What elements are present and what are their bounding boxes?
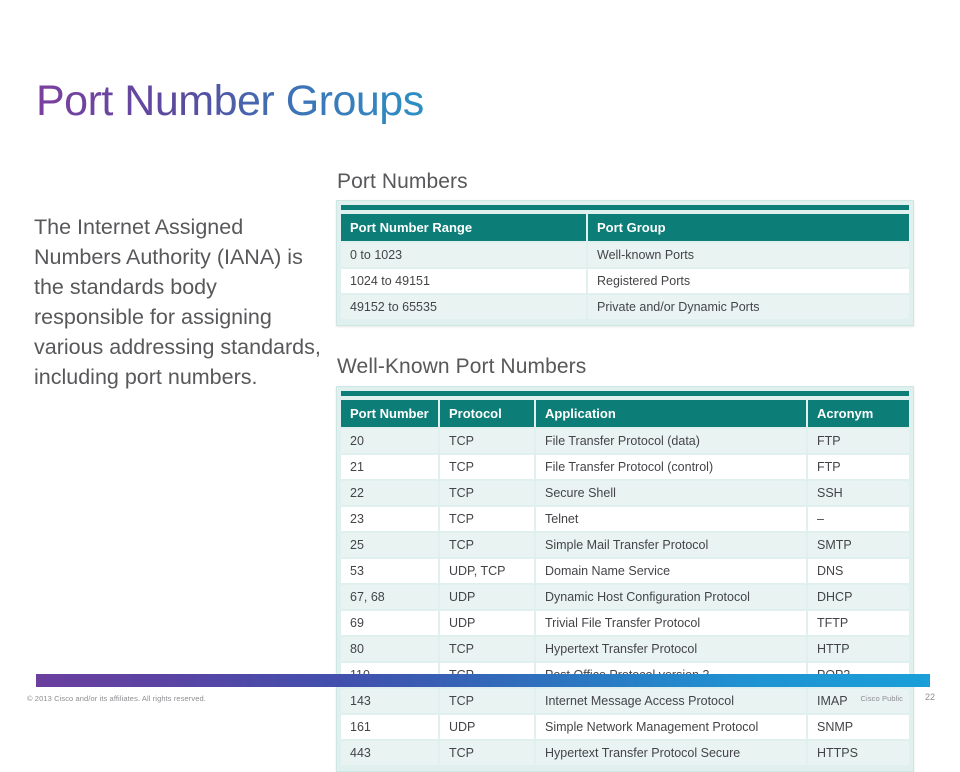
cell-protocol: TCP bbox=[440, 481, 536, 505]
cell-port-number: 67, 68 bbox=[341, 585, 440, 609]
table-row: 22 TCP Secure Shell SSH bbox=[341, 481, 909, 505]
cell-protocol: UDP bbox=[440, 611, 536, 635]
table-row: 80 TCP Hypertext Transfer Protocol HTTP bbox=[341, 637, 909, 661]
port-groups-table-container: Port Number Range Port Group 0 to 1023 W… bbox=[336, 200, 914, 326]
table-row: 23 TCP Telnet – bbox=[341, 507, 909, 531]
cell-port-group: Registered Ports bbox=[588, 269, 909, 293]
cell-protocol: UDP, TCP bbox=[440, 559, 536, 583]
cell-protocol: UDP bbox=[440, 585, 536, 609]
table-row: 161 UDP Simple Network Management Protocol… bbox=[341, 715, 909, 739]
well-known-ports-table: Port Number Protocol Application Acronym… bbox=[341, 398, 909, 767]
cell-protocol: UDP bbox=[440, 715, 536, 739]
footer-page-number: 22 bbox=[924, 692, 935, 702]
cell-acronym: FTP bbox=[808, 455, 909, 479]
cell-protocol: TCP bbox=[440, 429, 536, 453]
footer-copyright: © 2013 Cisco and/or its affiliates. All … bbox=[27, 694, 206, 703]
table-row: 69 UDP Trivial File Transfer Protocol TFTP bbox=[341, 611, 909, 635]
table-row: 1024 to 49151 Registered Ports bbox=[341, 269, 909, 293]
column-header-protocol: Protocol bbox=[440, 400, 536, 427]
page-title: Port Number Groups bbox=[36, 77, 424, 125]
cell-port-number: 69 bbox=[341, 611, 440, 635]
cell-acronym: SNMP bbox=[808, 715, 909, 739]
column-header-port-number: Port Number bbox=[341, 400, 440, 427]
cell-protocol: TCP bbox=[440, 455, 536, 479]
cell-port-number: 25 bbox=[341, 533, 440, 557]
cell-port-group: Private and/or Dynamic Ports bbox=[588, 295, 909, 319]
cell-application: Telnet bbox=[536, 507, 808, 531]
cell-acronym: SMTP bbox=[808, 533, 909, 557]
table-top-strip bbox=[341, 205, 909, 210]
cell-port-number: 443 bbox=[341, 741, 440, 765]
cell-protocol: TCP bbox=[440, 689, 536, 713]
table-row: 20 TCP File Transfer Protocol (data) FTP bbox=[341, 429, 909, 453]
cell-port-number-range: 0 to 1023 bbox=[341, 243, 588, 267]
table-row: 25 TCP Simple Mail Transfer Protocol SMTP bbox=[341, 533, 909, 557]
cell-port-number: 21 bbox=[341, 455, 440, 479]
column-header-acronym: Acronym bbox=[808, 400, 909, 427]
well-known-ports-table-container: Port Number Protocol Application Acronym… bbox=[336, 386, 914, 772]
cell-application: Trivial File Transfer Protocol bbox=[536, 611, 808, 635]
port-groups-table: Port Number Range Port Group 0 to 1023 W… bbox=[341, 212, 909, 321]
cell-application: Dynamic Host Configuration Protocol bbox=[536, 585, 808, 609]
slide-canvas: Port Number Groups The Internet Assigned… bbox=[0, 0, 960, 772]
cell-port-number: 143 bbox=[341, 689, 440, 713]
cell-acronym: DHCP bbox=[808, 585, 909, 609]
section-heading-well-known-port-numbers: Well-Known Port Numbers bbox=[337, 355, 587, 378]
cell-protocol: TCP bbox=[440, 741, 536, 765]
table-row: 0 to 1023 Well-known Ports bbox=[341, 243, 909, 267]
column-header-port-number-range: Port Number Range bbox=[341, 214, 588, 241]
cell-acronym: SSH bbox=[808, 481, 909, 505]
cell-acronym: FTP bbox=[808, 429, 909, 453]
table-top-strip bbox=[341, 391, 909, 396]
cell-application: Simple Mail Transfer Protocol bbox=[536, 533, 808, 557]
cell-acronym: HTTPS bbox=[808, 741, 909, 765]
cell-application: Secure Shell bbox=[536, 481, 808, 505]
table-header-row: Port Number Protocol Application Acronym bbox=[341, 400, 909, 427]
column-header-application: Application bbox=[536, 400, 808, 427]
cell-acronym: DNS bbox=[808, 559, 909, 583]
cell-application: Simple Network Management Protocol bbox=[536, 715, 808, 739]
cell-port-number-range: 49152 to 65535 bbox=[341, 295, 588, 319]
table-row: 67, 68 UDP Dynamic Host Configuration Prot… bbox=[341, 585, 909, 609]
cell-port-number: 23 bbox=[341, 507, 440, 531]
cell-port-group: Well-known Ports bbox=[588, 243, 909, 267]
cell-acronym: TFTP bbox=[808, 611, 909, 635]
cell-protocol: TCP bbox=[440, 637, 536, 661]
cell-application: Hypertext Transfer Protocol bbox=[536, 637, 808, 661]
table-row: 49152 to 65535 Private and/or Dynamic Po… bbox=[341, 295, 909, 319]
body-paragraph: The Internet Assigned Numbers Authority … bbox=[34, 215, 321, 389]
cell-application: File Transfer Protocol (data) bbox=[536, 429, 808, 453]
footer-gradient-bar bbox=[36, 674, 930, 687]
table-header-row: Port Number Range Port Group bbox=[341, 214, 909, 241]
table-row: 21 TCP File Transfer Protocol (control) FTP bbox=[341, 455, 909, 479]
footer-classification: Cisco Public bbox=[860, 694, 903, 703]
section-heading-port-numbers: Port Numbers bbox=[337, 170, 468, 193]
cell-application: File Transfer Protocol (control) bbox=[536, 455, 808, 479]
cell-port-number: 80 bbox=[341, 637, 440, 661]
column-header-port-group: Port Group bbox=[588, 214, 909, 241]
cell-protocol: TCP bbox=[440, 507, 536, 531]
table-row: 53 UDP, TCP Domain Name Service DNS bbox=[341, 559, 909, 583]
table-row: 443 TCP Hypertext Transfer Protocol Secure… bbox=[341, 741, 909, 765]
cell-port-number: 20 bbox=[341, 429, 440, 453]
cell-port-number: 161 bbox=[341, 715, 440, 739]
cell-port-number-range: 1024 to 49151 bbox=[341, 269, 588, 293]
cell-port-number: 53 bbox=[341, 559, 440, 583]
cell-protocol: TCP bbox=[440, 533, 536, 557]
cell-application: Domain Name Service bbox=[536, 559, 808, 583]
table-row: 143 TCP Internet Message Access Protocol IM… bbox=[341, 689, 909, 713]
cell-application: Internet Message Access Protocol bbox=[536, 689, 808, 713]
cell-acronym: – bbox=[808, 507, 909, 531]
cell-port-number: 22 bbox=[341, 481, 440, 505]
cell-acronym: HTTP bbox=[808, 637, 909, 661]
cell-application: Hypertext Transfer Protocol Secure bbox=[536, 741, 808, 765]
